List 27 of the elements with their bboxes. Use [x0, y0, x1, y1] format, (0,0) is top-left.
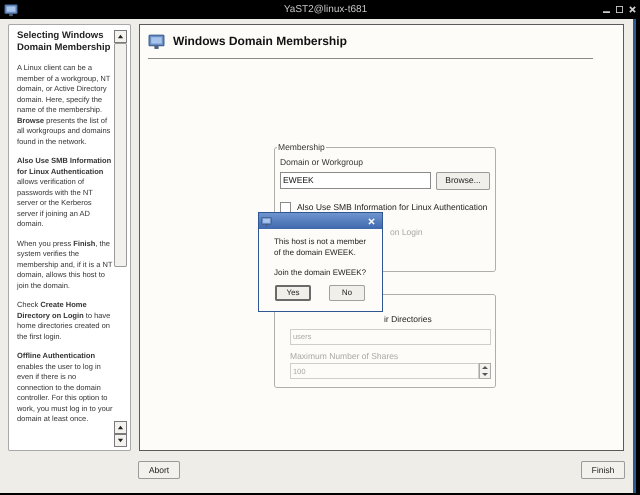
domain-field[interactable]: EWEEK — [280, 172, 431, 190]
dialog-button[interactable]: No — [329, 285, 365, 301]
dialog-button[interactable]: Yes — [275, 285, 311, 301]
finish-button[interactable]: Finish — [581, 461, 625, 479]
app-icon — [4, 2, 18, 16]
dialog-question: Join the domain EWEEK? — [273, 267, 368, 278]
checkbox-label: on Login — [390, 226, 423, 236]
monitor-icon — [148, 32, 165, 50]
field-label: Domain or Workgroup — [280, 156, 364, 169]
scrollbar-thumb[interactable] — [114, 43, 127, 267]
checkbox-label: Also Use SMB Information for Linux Authentication — [297, 200, 488, 214]
close-icon[interactable] — [629, 6, 636, 13]
browse-button[interactable]: Browse... — [436, 172, 490, 190]
scroll-up-icon[interactable] — [114, 421, 127, 434]
dialog-message: This host is not a member of the domain EWEEK. — [273, 236, 368, 258]
abort-button[interactable]: Abort — [138, 461, 180, 479]
window-title: YaST2@linux-t681 — [284, 3, 368, 17]
scroll-down-icon[interactable] — [114, 434, 127, 447]
scroll-up-icon[interactable] — [114, 30, 127, 43]
checkbox-label: ir Directories — [384, 314, 432, 324]
group-title: Membership — [277, 141, 326, 154]
smb-checkbox[interactable] — [280, 202, 291, 213]
field-label: Maximum Number of Shares — [290, 350, 400, 362]
page-title: Windows Domain Membership — [173, 33, 347, 50]
help-heading: Selecting Windows Domain Membership — [17, 30, 112, 54]
dialog-icon — [261, 216, 272, 226]
maximize-icon[interactable] — [616, 6, 623, 13]
